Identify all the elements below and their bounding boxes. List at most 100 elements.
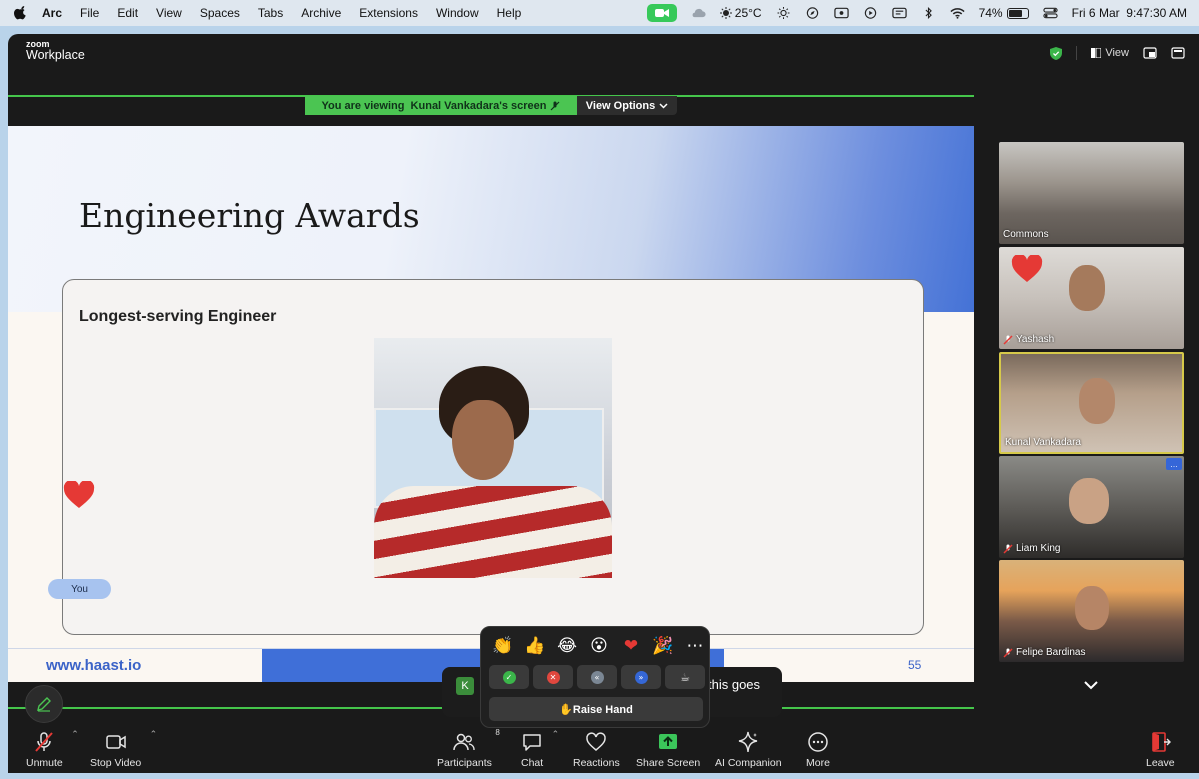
microphone-muted-icon bbox=[35, 732, 54, 752]
x-icon: ✕ bbox=[546, 670, 560, 684]
menu-file[interactable]: File bbox=[80, 6, 99, 20]
zoom-logo: zoom Workplace bbox=[26, 39, 85, 62]
laugh-emoji[interactable]: 😂 bbox=[551, 633, 583, 659]
wifi-icon[interactable] bbox=[949, 7, 965, 19]
apple-icon[interactable] bbox=[14, 6, 28, 20]
menu-bar: Arc File Edit View Spaces Tabs Archive E… bbox=[0, 0, 1199, 26]
menu-extensions[interactable]: Extensions bbox=[359, 6, 418, 20]
speed-up-button[interactable]: » bbox=[621, 665, 661, 689]
brightness-icon[interactable] bbox=[776, 7, 791, 19]
participant-face bbox=[1075, 586, 1109, 630]
participant-name: Commons bbox=[1003, 229, 1049, 240]
encryption-shield-icon[interactable] bbox=[1050, 46, 1063, 60]
view-options-button[interactable]: View Options bbox=[577, 96, 677, 115]
cloud-icon[interactable] bbox=[691, 7, 706, 19]
tile-more-button[interactable]: … bbox=[1166, 458, 1182, 470]
photo-face bbox=[452, 400, 514, 480]
participants-icon bbox=[453, 733, 476, 751]
check-icon: ✓ bbox=[502, 670, 516, 684]
more-icon bbox=[808, 732, 828, 752]
participant-name: Yashash bbox=[1016, 334, 1055, 345]
menu-edit[interactable]: Edit bbox=[117, 6, 138, 20]
video-tile[interactable]: Felipe Bardinas bbox=[999, 560, 1184, 662]
leave-door-icon bbox=[1152, 732, 1172, 752]
menu-tabs[interactable]: Tabs bbox=[258, 6, 283, 20]
surprised-emoji[interactable]: 😮 bbox=[583, 633, 615, 659]
mic-muted-icon bbox=[1003, 543, 1013, 554]
video-tile[interactable]: Yashash bbox=[999, 247, 1184, 349]
meeting-toolbar: Unmute ⌃ Stop Video ⌃ Participants 8 Cha… bbox=[8, 725, 1199, 773]
slide-title: Engineering Awards bbox=[79, 196, 420, 235]
viewing-screen-banner: You are viewing Kunal Vankadara's screen bbox=[305, 96, 577, 115]
participant-name: Liam King bbox=[1016, 543, 1061, 554]
nonverbal-row: ✓ ✕ « » ☕ bbox=[489, 665, 705, 689]
sparkle-icon bbox=[739, 731, 758, 753]
pencil-icon bbox=[37, 697, 51, 712]
participant-name: Felipe Bardinas bbox=[1016, 647, 1086, 658]
award-photo bbox=[374, 338, 612, 578]
unmute-button[interactable]: Unmute ⌃ bbox=[26, 725, 79, 769]
zoom-topbar: zoom Workplace bbox=[8, 34, 983, 72]
slow-down-button[interactable]: « bbox=[577, 665, 617, 689]
camera-in-use-icon[interactable] bbox=[646, 4, 677, 22]
participants-button[interactable]: Participants 8 bbox=[437, 725, 500, 769]
clock[interactable]: Fri 6 Mar 9:47:30 AM bbox=[1072, 6, 1187, 20]
share-screen-icon bbox=[659, 734, 678, 749]
control-center-icon[interactable] bbox=[1042, 7, 1058, 19]
thumbs-up-emoji[interactable]: 👍 bbox=[519, 633, 551, 659]
shared-screen: Engineering Awards Longest-serving Engin… bbox=[8, 126, 974, 682]
you-label: You bbox=[48, 579, 111, 599]
annotate-button[interactable] bbox=[25, 685, 63, 723]
screen-record-icon[interactable] bbox=[833, 7, 849, 19]
menu-help[interactable]: Help bbox=[497, 6, 522, 20]
display-icon[interactable] bbox=[891, 7, 907, 19]
menu-archive[interactable]: Archive bbox=[301, 6, 341, 20]
menu-spaces[interactable]: Spaces bbox=[200, 6, 240, 20]
participant-face bbox=[1069, 265, 1105, 311]
bluetooth-icon[interactable] bbox=[921, 7, 936, 19]
menu-arc[interactable]: Arc bbox=[42, 6, 62, 20]
video-tile[interactable]: … Liam King bbox=[999, 456, 1184, 558]
compass-icon[interactable] bbox=[805, 7, 820, 19]
yes-button[interactable]: ✓ bbox=[489, 665, 529, 689]
party-emoji[interactable]: 🎉 bbox=[647, 633, 679, 659]
leave-button[interactable]: Leave bbox=[1146, 725, 1175, 769]
video-options-caret[interactable]: ⌃ bbox=[150, 729, 158, 740]
video-tile[interactable]: Commons bbox=[999, 142, 1184, 244]
ai-companion-button[interactable]: AI Companion bbox=[715, 725, 782, 769]
no-button[interactable]: ✕ bbox=[533, 665, 573, 689]
clap-emoji[interactable]: 👏 bbox=[487, 633, 519, 659]
gallery-scroll-down-icon[interactable] bbox=[1083, 679, 1099, 691]
raise-hand-button[interactable]: ✋Raise Hand bbox=[489, 697, 703, 721]
audio-options-caret[interactable]: ⌃ bbox=[71, 729, 79, 740]
pip-icon[interactable] bbox=[1143, 47, 1157, 59]
coffee-icon: ☕ bbox=[680, 670, 690, 684]
fullscreen-icon[interactable] bbox=[1171, 47, 1185, 59]
menu-window[interactable]: Window bbox=[436, 6, 479, 20]
chat-button[interactable]: Chat ⌃ bbox=[521, 725, 559, 769]
play-icon[interactable] bbox=[863, 7, 878, 19]
coffee-button[interactable]: ☕ bbox=[665, 665, 705, 689]
divider bbox=[1076, 46, 1078, 60]
zoom-window: zoom Workplace View You are viewing Kuna… bbox=[8, 34, 1199, 773]
menu-view[interactable]: View bbox=[156, 6, 182, 20]
weather-temp[interactable]: 25°C bbox=[719, 6, 762, 20]
battery-indicator[interactable]: 74% bbox=[979, 6, 1029, 20]
chat-options-caret[interactable]: ⌃ bbox=[552, 729, 560, 740]
mic-muted-icon bbox=[1003, 334, 1013, 345]
grid-view-icon bbox=[1091, 48, 1102, 58]
more-button[interactable]: More bbox=[806, 725, 830, 769]
heart-emoji[interactable]: ❤ bbox=[615, 633, 647, 659]
more-reactions-button[interactable]: ⋯ bbox=[679, 633, 711, 659]
view-button[interactable]: View bbox=[1091, 47, 1129, 59]
caption-avatar: K bbox=[456, 677, 474, 695]
window-controls: View bbox=[983, 34, 1199, 72]
stop-video-button[interactable]: Stop Video ⌃ bbox=[90, 725, 157, 769]
reactions-button[interactable]: Reactions bbox=[573, 725, 620, 769]
photo-shirt bbox=[374, 486, 612, 578]
video-tile-active-speaker[interactable]: Kunal Vankadara bbox=[999, 352, 1184, 454]
battery-fill bbox=[1008, 9, 1022, 17]
share-screen-button[interactable]: Share Screen bbox=[636, 725, 700, 769]
status-area: 25°C 74% Fri 6 Mar 9:47:30 AM bbox=[646, 0, 1187, 26]
award-card-title: Longest-serving Engineer bbox=[79, 308, 277, 325]
